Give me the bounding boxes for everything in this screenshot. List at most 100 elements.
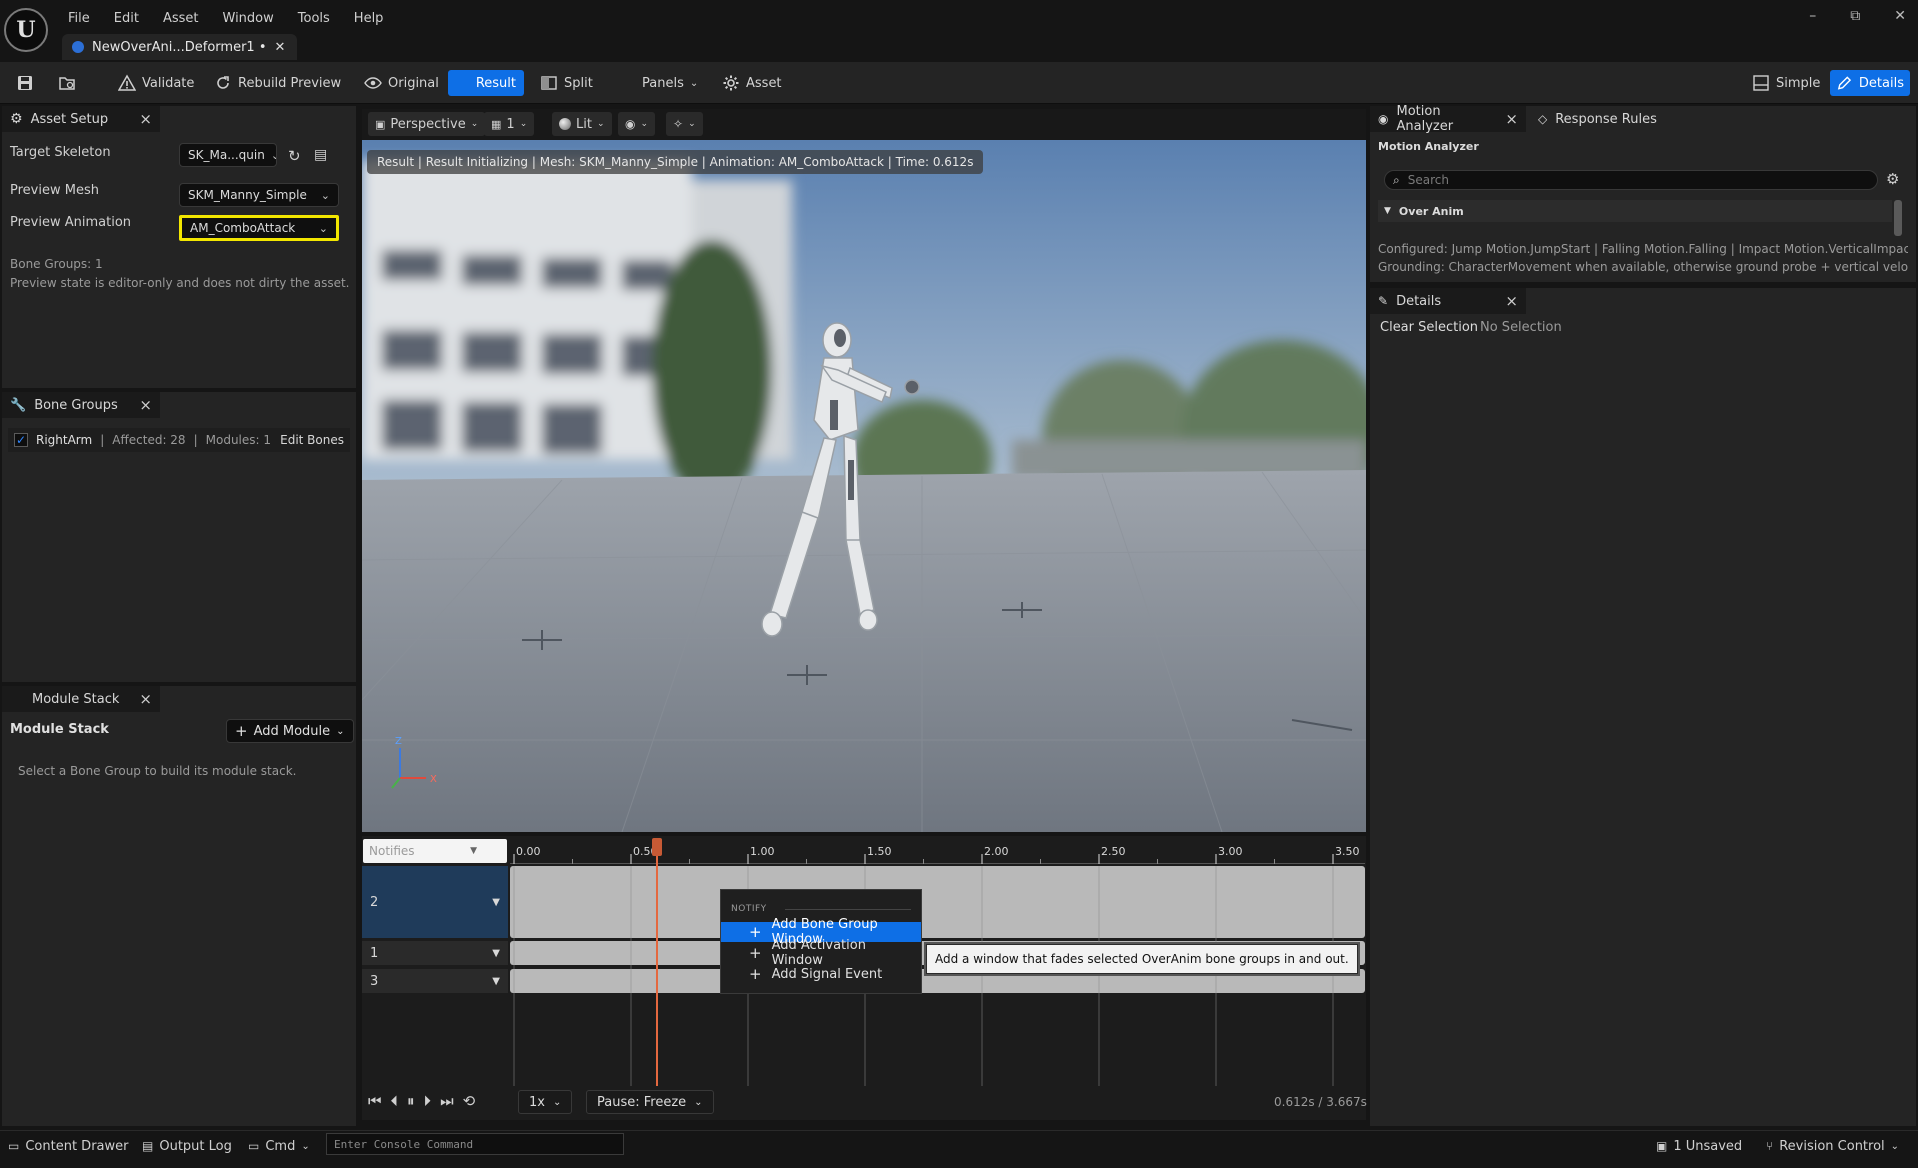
notify-track-header-1[interactable]: 2 ▼ xyxy=(362,866,508,938)
document-tab[interactable]: NewOverAni...Deformer1 • ✕ xyxy=(62,34,298,60)
caret-down-icon: ▼ xyxy=(1384,206,1391,216)
simple-mode-button[interactable]: Simple xyxy=(1746,70,1826,96)
details-mode-button[interactable]: Details xyxy=(1830,70,1910,96)
close-tab-icon[interactable]: ✕ xyxy=(275,40,286,55)
asset-settings-button[interactable]: Asset xyxy=(716,70,788,96)
step-back-icon[interactable]: ⏴ xyxy=(391,1092,399,1110)
menu-asset[interactable]: Asset xyxy=(151,8,211,30)
add-signal-event-item[interactable]: + Add Signal Event xyxy=(721,964,921,984)
close-window-icon[interactable]: ✕ xyxy=(1894,8,1906,24)
skip-to-start-icon[interactable]: ⏮ xyxy=(368,1092,382,1110)
menu-edit[interactable]: Edit xyxy=(102,8,151,30)
save-button[interactable] xyxy=(10,70,40,96)
browse-folder-icon[interactable]: ▤ xyxy=(314,147,327,163)
eye-icon: ◉ xyxy=(1378,112,1389,126)
add-signal-event-label: Add Signal Event xyxy=(771,966,883,982)
refresh-icon xyxy=(217,76,229,89)
playback-speed-dropdown[interactable]: 1x ⌄ xyxy=(518,1090,573,1114)
close-icon[interactable]: × xyxy=(139,690,152,708)
browse-asset-button[interactable] xyxy=(52,70,82,96)
restore-icon[interactable]: ⧉ xyxy=(1850,8,1860,24)
target-skeleton-combo[interactable]: SK_Ma...quin ⌄ xyxy=(179,143,277,167)
viewport-info-bar: Result | Result Initializing | Mesh: SKM… xyxy=(367,150,984,174)
notify-track-header-2[interactable]: 1 ▼ xyxy=(362,941,508,965)
close-icon[interactable]: × xyxy=(139,110,152,128)
tab-asset-setup[interactable]: ⚙ Asset Setup × xyxy=(2,106,160,132)
folder-search-icon xyxy=(59,77,75,90)
playhead[interactable] xyxy=(656,838,659,1086)
motion-analyzer-title: Motion Analyzer xyxy=(1378,140,1479,153)
menu-tools[interactable]: Tools xyxy=(286,8,342,30)
minimize-icon[interactable]: – xyxy=(1809,8,1816,24)
close-icon[interactable]: × xyxy=(1505,110,1518,128)
axis-z-label: Z xyxy=(395,736,402,747)
chevron-down-icon: ⌄ xyxy=(318,221,328,235)
menu-bar: File Edit Asset Window Tools Help xyxy=(56,8,395,30)
show-flags-dropdown[interactable]: ◉ ⌄ xyxy=(618,112,656,136)
notify-track-header-3[interactable]: 3 ▼ xyxy=(362,969,508,993)
tab-motion-analyzer[interactable]: ◉ Motion Analyzer × xyxy=(1370,104,1526,134)
gear-icon[interactable]: ⚙ xyxy=(1886,170,1899,188)
step-forward-icon[interactable]: ⏵ xyxy=(424,1092,432,1110)
add-module-button[interactable]: + Add Module ⌄ xyxy=(226,719,354,743)
bone-group-row[interactable]: ✓ RightArm | Affected: 28 | Modules: 1 E… xyxy=(8,428,350,452)
original-view-button[interactable]: Original xyxy=(358,70,445,96)
playhead-handle[interactable] xyxy=(652,838,663,856)
clear-selection-button[interactable]: Clear Selection xyxy=(1380,320,1478,335)
add-activation-window-item[interactable]: + Add Activation Window xyxy=(721,938,921,968)
transport-controls: ⏮ ⏴ ⏸ ⏵ ⏭ ⟲ xyxy=(368,1092,475,1110)
preview-mesh-label: Preview Mesh xyxy=(10,183,99,198)
loop-icon[interactable]: ⟲ xyxy=(463,1092,476,1110)
menu-help[interactable]: Help xyxy=(342,8,396,30)
unsaved-icon: ▣ xyxy=(1656,1139,1668,1153)
document-tab-label: NewOverAni...Deformer1 • xyxy=(92,39,267,55)
pencil-icon xyxy=(1837,76,1852,90)
viewport-scene: Z X xyxy=(362,140,1366,832)
lit-mode-dropdown[interactable]: Lit ⌄ xyxy=(552,112,612,136)
tab-details[interactable]: ✎ Details × xyxy=(1370,288,1526,314)
tab-response-rules[interactable]: ◇ Response Rules xyxy=(1530,106,1665,132)
pause-mode-dropdown[interactable]: Pause: Freeze ⌄ xyxy=(586,1090,714,1114)
gear-icon xyxy=(723,75,739,91)
cmd-dropdown[interactable]: ▭ Cmd ⌄ xyxy=(248,1135,310,1157)
console-input[interactable]: Enter Console Command xyxy=(326,1133,624,1155)
notifies-placeholder: Notifies xyxy=(369,844,415,858)
unreal-logo-icon[interactable]: U xyxy=(4,8,48,52)
edit-bones-button[interactable]: Edit Bones xyxy=(280,433,344,447)
scrollbar-thumb[interactable] xyxy=(1894,200,1902,236)
validate-button[interactable]: Validate xyxy=(112,70,200,96)
motion-analyzer-search[interactable]: ⌕ Search xyxy=(1384,170,1878,190)
close-icon[interactable]: × xyxy=(1505,292,1518,310)
result-view-button[interactable]: Result xyxy=(448,70,524,96)
menu-file[interactable]: File xyxy=(56,8,102,30)
content-drawer-button[interactable]: ▭ Content Drawer xyxy=(8,1135,128,1157)
tab-bone-groups[interactable]: 🔧 Bone Groups × xyxy=(2,392,160,418)
split-view-button[interactable]: Split xyxy=(534,70,599,96)
viewport-options-dropdown[interactable]: ✧ ⌄ xyxy=(666,112,703,136)
preview-animation-combo[interactable]: AM_ComboAttack ⌄ xyxy=(179,215,339,241)
perspective-dropdown[interactable]: ▣ Perspective ⌄ xyxy=(368,112,486,136)
pause-icon[interactable]: ⏸ xyxy=(407,1092,415,1110)
viewport-info-text: Result | Result Initializing | Mesh: SKM… xyxy=(377,155,974,169)
reset-icon[interactable]: ↻ xyxy=(288,147,301,165)
preview-viewport[interactable]: Z X xyxy=(362,140,1366,832)
over-anim-category[interactable]: ▼ Over Anim xyxy=(1378,200,1892,222)
tab-module-stack[interactable]: Module Stack × xyxy=(2,686,160,712)
menu-window[interactable]: Window xyxy=(211,8,286,30)
unsaved-button[interactable]: ▣ 1 Unsaved xyxy=(1656,1135,1742,1157)
details-tab-label: Details xyxy=(1396,293,1442,309)
notifies-filter[interactable]: Notifies ▼ xyxy=(363,839,507,863)
camera-speed-dropdown[interactable]: ▦ 1 ⌄ xyxy=(484,112,535,136)
ruler-tick-label: 1.50 xyxy=(867,845,892,858)
chevron-down-icon: ⌄ xyxy=(320,188,330,202)
rebuild-preview-button[interactable]: Rebuild Preview xyxy=(208,70,347,96)
output-log-button[interactable]: ▤ Output Log xyxy=(142,1135,232,1157)
panels-dropdown[interactable]: Panels ⌄ xyxy=(636,70,704,96)
viewport-toolbar: ▣ Perspective ⌄ ▦ 1 ⌄ Lit ⌄ ◉ ⌄ ✧ ⌄ xyxy=(362,109,1366,140)
preview-mesh-combo[interactable]: SKM_Manny_Simple ⌄ xyxy=(179,183,339,207)
revision-control-button[interactable]: ⑂ Revision Control ⌄ xyxy=(1766,1135,1899,1157)
close-icon[interactable]: × xyxy=(139,396,152,414)
bone-group-checkbox[interactable]: ✓ xyxy=(14,433,28,447)
target-skeleton-value: SK_Ma...quin xyxy=(188,148,265,162)
skip-to-end-icon[interactable]: ⏭ xyxy=(440,1092,454,1110)
